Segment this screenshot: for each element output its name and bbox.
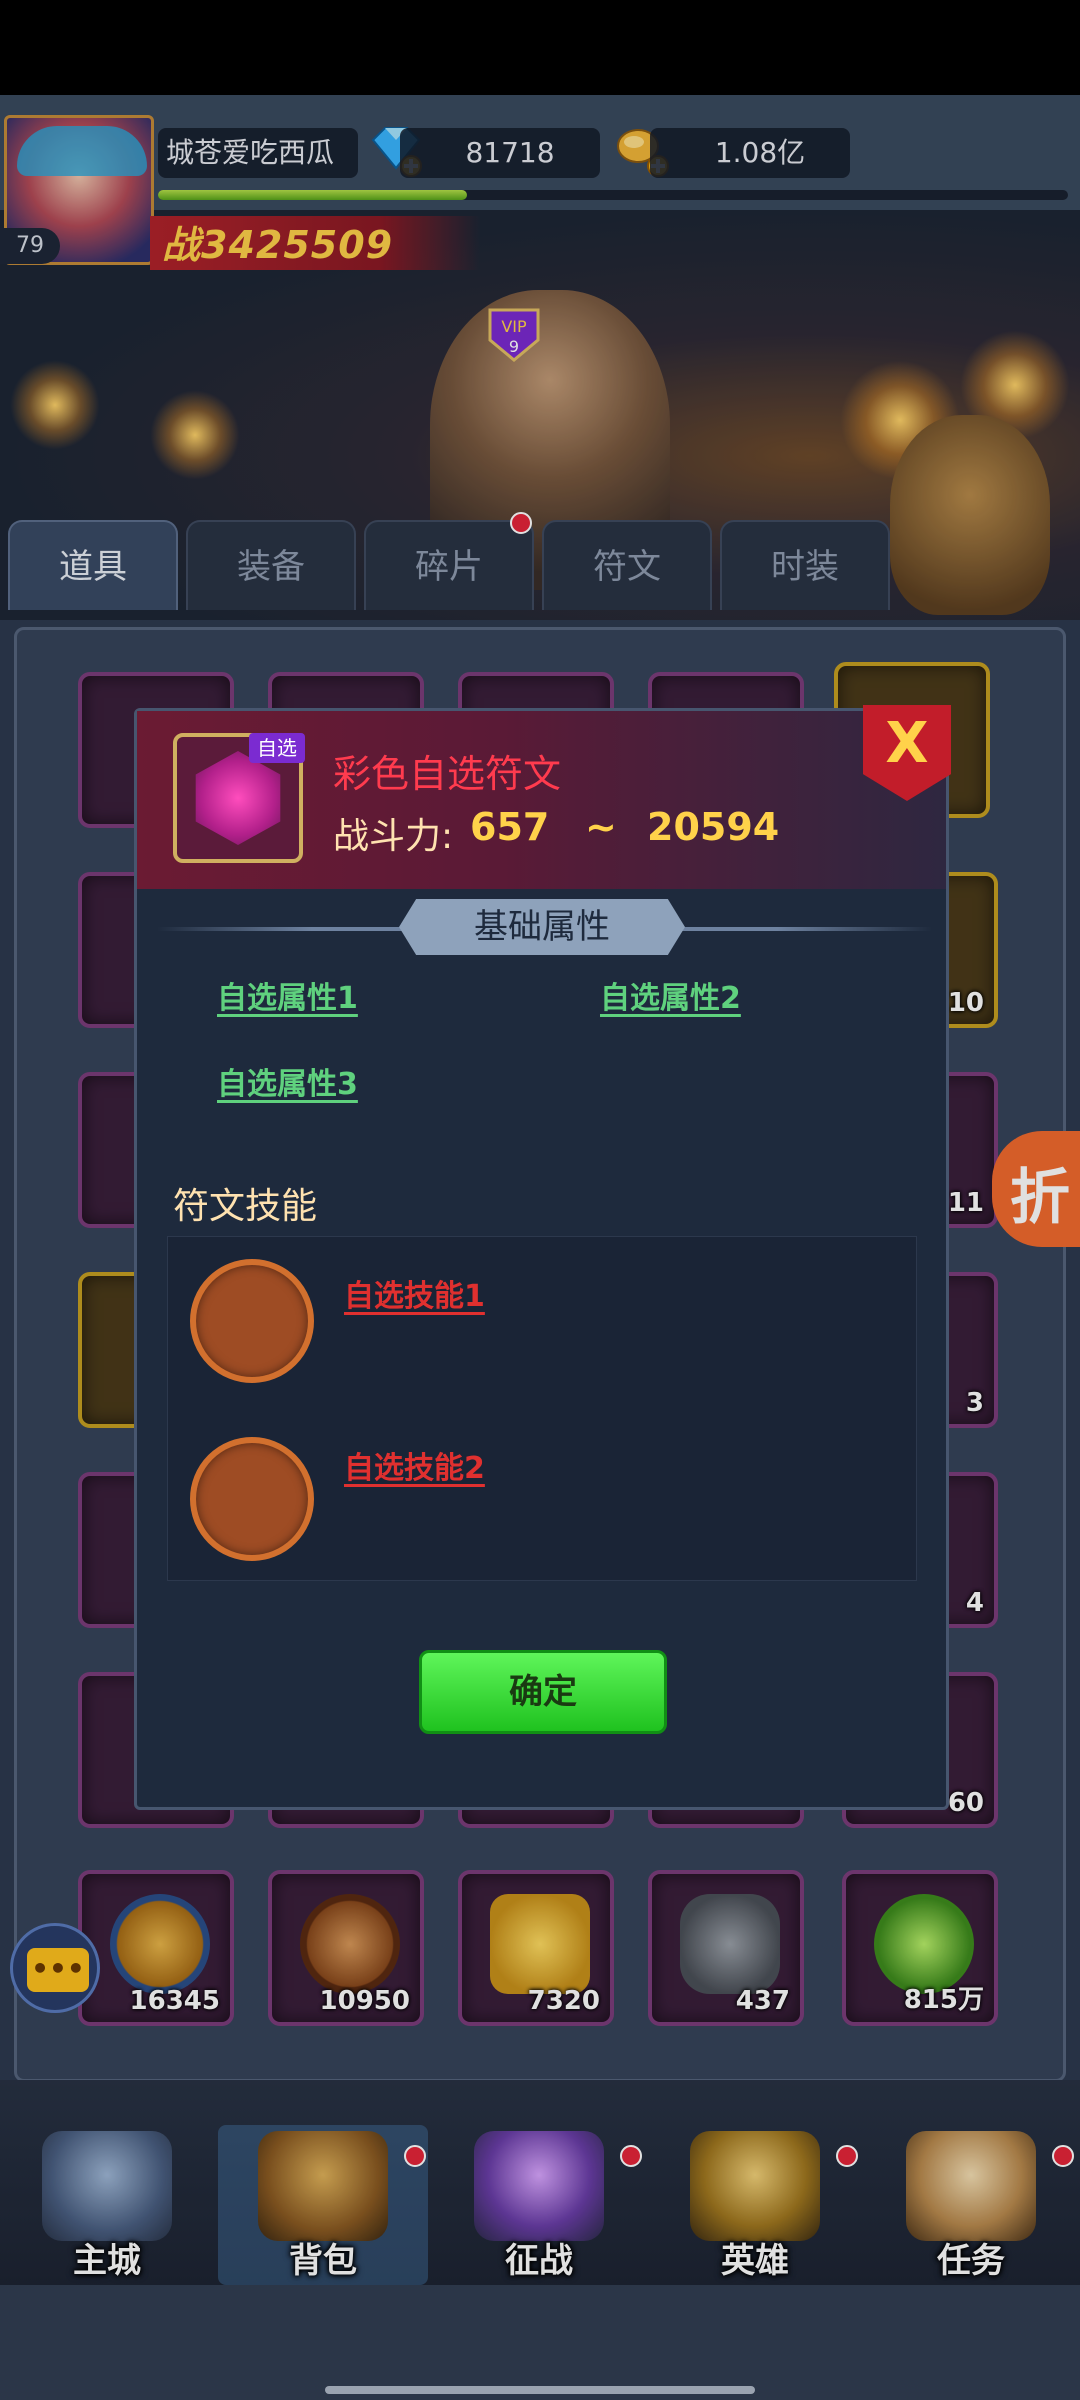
close-icon: X	[885, 711, 929, 776]
basic-attributes-heading: 基础属性	[399, 899, 685, 955]
item-title: 彩色自选符文	[333, 752, 562, 796]
skill-slot-1[interactable]	[190, 1259, 314, 1383]
system-nav-area	[0, 2285, 1080, 2400]
power-label: 战斗力:	[333, 816, 454, 857]
rune-select-dialog: 自选 彩色自选符文 战斗力: 657 ~ 20594 X 基础属性 自选属性1 …	[134, 705, 951, 1810]
attribute-option-3[interactable]: 自选属性3	[217, 1059, 358, 1103]
rune-item-icon: 自选	[173, 733, 305, 863]
rune-skills-heading: 符文技能	[173, 1186, 318, 1227]
skills-box: 自选技能1 自选技能2	[167, 1236, 917, 1581]
confirm-button[interactable]: 确定	[419, 1650, 667, 1734]
dialog-header: 自选 彩色自选符文 战斗力: 657 ~ 20594	[137, 711, 946, 889]
power-min: 657	[470, 805, 550, 849]
skill-slot-2[interactable]	[190, 1437, 314, 1561]
skill-option-1[interactable]: 自选技能1	[344, 1271, 485, 1315]
status-bar	[0, 0, 1080, 95]
attribute-option-1[interactable]: 自选属性1	[217, 973, 358, 1017]
skill-option-2[interactable]: 自选技能2	[344, 1443, 485, 1487]
power-separator: ~	[585, 805, 617, 849]
item-tag: 自选	[249, 733, 305, 763]
attribute-option-2[interactable]: 自选属性2	[600, 973, 741, 1017]
home-indicator[interactable]	[325, 2386, 755, 2394]
power-max: 20594	[647, 805, 780, 849]
rune-gem-icon	[195, 751, 281, 845]
